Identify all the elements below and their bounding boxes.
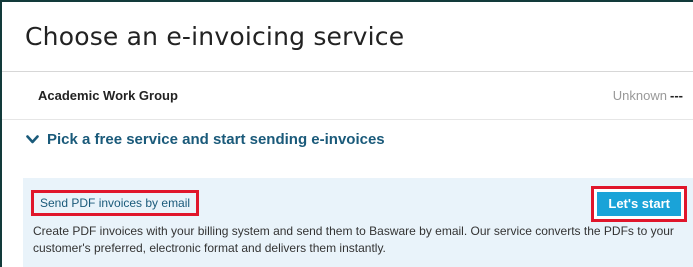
chevron-down-icon [26, 135, 39, 144]
free-service-section-toggle[interactable]: Pick a free service and start sending e-… [26, 131, 385, 148]
start-button-highlight: Let's start [591, 186, 687, 222]
organization-row: Academic Work Group Unknown --- [2, 72, 693, 120]
page-header: Choose an e-invoicing service [2, 2, 693, 72]
organization-status: Unknown --- [613, 88, 683, 103]
lets-start-button[interactable]: Let's start [597, 192, 681, 216]
status-suffix: --- [670, 88, 683, 103]
status-label: Unknown [612, 88, 667, 103]
service-description: Create PDF invoices with your billing sy… [33, 224, 674, 255]
organization-name: Academic Work Group [38, 88, 178, 103]
send-pdf-invoices-link[interactable]: Send PDF invoices by email [31, 190, 200, 216]
page-title: Choose an e-invoicing service [25, 22, 405, 51]
section-title: Pick a free service and start sending e-… [47, 131, 385, 148]
service-card: Send PDF invoices by email Let's start C… [23, 178, 693, 267]
